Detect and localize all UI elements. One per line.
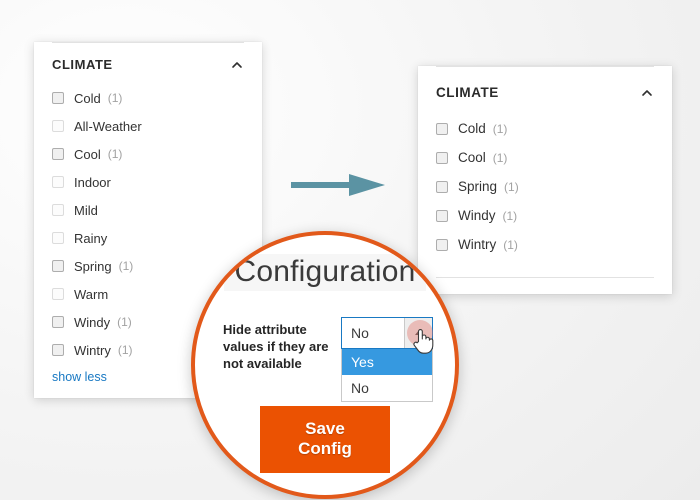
chevron-up-icon[interactable]: [230, 58, 244, 72]
checkbox-icon[interactable]: [52, 288, 64, 300]
filter-option-count: (1): [502, 208, 518, 223]
filter-option-label: Wintry: [458, 237, 497, 252]
select-options-dropdown: Yes No: [341, 349, 433, 402]
panel-bottom-divider: [436, 277, 654, 278]
filter-option-label: Rainy: [74, 230, 108, 246]
chevron-up-icon[interactable]: [640, 86, 654, 100]
filter-option-count: (1): [492, 121, 508, 136]
filter-option-cool[interactable]: Cool (1): [52, 140, 244, 168]
filter-option-windy[interactable]: Windy (1): [436, 201, 654, 230]
checkbox-icon[interactable]: [52, 316, 64, 328]
configuration-heading: Configuration: [195, 254, 455, 291]
filter-option-label: Cold: [458, 121, 486, 136]
filter-option-label: Indoor: [74, 174, 111, 190]
right-panel-inner: CLIMATE Cold (1) Cool (1) Spring (1) Windy (1) W…: [418, 67, 672, 259]
filter-option-label: Cool: [458, 150, 486, 165]
configuration-heading-text: Configuration: [224, 254, 426, 291]
checkbox-icon[interactable]: [52, 176, 64, 188]
screenshot-root: CLIMATE Cold (1) All-Weather Cool (1) Indoor M…: [0, 0, 700, 500]
filter-option-count: (1): [118, 259, 134, 273]
filter-option-rainy[interactable]: Rainy: [52, 224, 244, 252]
filter-option-count: (1): [117, 343, 133, 357]
pointer-hand-cursor: [411, 326, 435, 356]
filter-option-count: (1): [107, 91, 123, 105]
filter-option-label: Windy: [74, 314, 111, 330]
checkbox-icon[interactable]: [52, 260, 64, 272]
filter-option-indoor[interactable]: Indoor: [52, 168, 244, 196]
arrow-right-icon: [291, 170, 387, 200]
checkbox-icon[interactable]: [436, 180, 448, 193]
filter-option-label: Cool: [74, 146, 101, 162]
config-setting-row: Hide attribute values if they are not av…: [223, 317, 437, 402]
select-current-value: No: [351, 325, 369, 341]
right-panel-option-list: Cold (1) Cool (1) Spring (1) Windy (1) Wintry (1): [436, 114, 654, 259]
filter-option-label: Cold: [74, 90, 101, 106]
filter-option-count: (1): [107, 147, 123, 161]
filter-option-spring[interactable]: Spring (1): [436, 172, 654, 201]
checkbox-icon[interactable]: [52, 232, 64, 244]
filter-option-cool[interactable]: Cool (1): [436, 143, 654, 172]
checkbox-icon[interactable]: [52, 204, 64, 216]
filter-option-label: Warm: [74, 286, 109, 302]
filter-option-label: Spring: [74, 258, 112, 274]
filter-option-cold[interactable]: Cold (1): [52, 84, 244, 112]
checkbox-icon[interactable]: [52, 92, 64, 104]
show-less-link[interactable]: show less: [52, 364, 107, 398]
filter-option-label: All-Weather: [74, 118, 142, 134]
filter-option-count: (1): [492, 150, 508, 165]
checkbox-icon[interactable]: [436, 209, 448, 222]
left-panel-header[interactable]: CLIMATE: [52, 43, 244, 84]
filter-option-all-weather[interactable]: All-Weather: [52, 112, 244, 140]
checkbox-icon[interactable]: [436, 122, 448, 135]
checkbox-icon[interactable]: [52, 120, 64, 132]
right-panel-header[interactable]: CLIMATE: [436, 67, 654, 114]
filter-option-wintry[interactable]: Wintry (1): [436, 230, 654, 259]
right-panel-title: CLIMATE: [436, 85, 499, 100]
filter-option-mild[interactable]: Mild: [52, 196, 244, 224]
checkbox-icon[interactable]: [436, 238, 448, 251]
checkbox-icon[interactable]: [52, 148, 64, 160]
filter-option-label: Spring: [458, 179, 498, 194]
filter-option-label: Windy: [458, 208, 496, 223]
filter-option-count: (1): [504, 179, 519, 194]
filter-option-label: Wintry: [74, 342, 111, 358]
select-option-no[interactable]: No: [342, 375, 432, 401]
layered-navigation-panel-after: CLIMATE Cold (1) Cool (1) Spring (1) Windy (1) W…: [418, 66, 672, 294]
left-panel-title: CLIMATE: [52, 57, 113, 72]
filter-option-label: Mild: [74, 202, 98, 218]
filter-option-count: (1): [503, 237, 518, 252]
checkbox-icon[interactable]: [436, 151, 448, 164]
filter-option-count: (1): [117, 315, 132, 329]
save-config-button[interactable]: Save Config: [260, 406, 390, 473]
configuration-spotlight: Configuration Hide attribute values if t…: [191, 231, 459, 499]
filter-option-cold[interactable]: Cold (1): [436, 114, 654, 143]
hide-attribute-values-label: Hide attribute values if they are not av…: [223, 322, 329, 371]
checkbox-icon[interactable]: [52, 344, 64, 356]
hide-attribute-values-select-wrapper: No Yes No: [341, 317, 434, 402]
